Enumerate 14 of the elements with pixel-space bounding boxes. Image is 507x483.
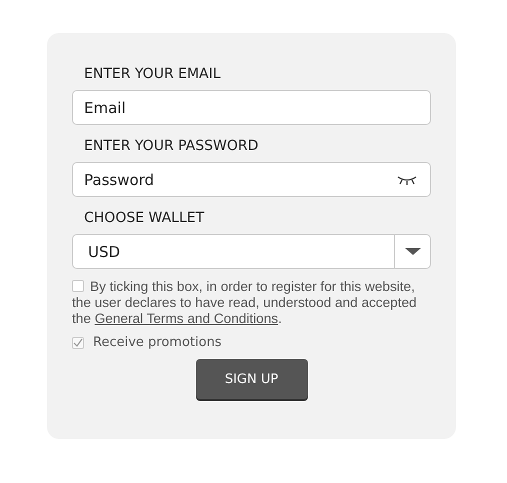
terms-text: By ticking this box, in order to register for this website, the user declares to have read, understood and accepted the General Terms and Conditions.: [72, 279, 418, 327]
terms-link[interactable]: General Terms and Conditions: [94, 311, 278, 326]
email-field[interactable]: Email: [72, 90, 431, 125]
promotions-checkbox[interactable]: [72, 336, 84, 348]
field-label: ENTER YOUR EMAIL: [84, 65, 222, 83]
terms-checkbox[interactable]: [72, 280, 84, 292]
password-field[interactable]: Password: [72, 162, 431, 197]
sign-up-button[interactable]: SIGN UP: [196, 359, 308, 399]
checkbox-label: Receive promotions: [93, 335, 222, 350]
caret-icon: [404, 248, 420, 255]
closed-eye-icon[interactable]: [397, 175, 417, 185]
wallet-select[interactable]: USD: [72, 234, 431, 269]
field-label: CHOOSE WALLET: [84, 209, 206, 227]
field-label: ENTER YOUR PASSWORD: [84, 137, 260, 155]
